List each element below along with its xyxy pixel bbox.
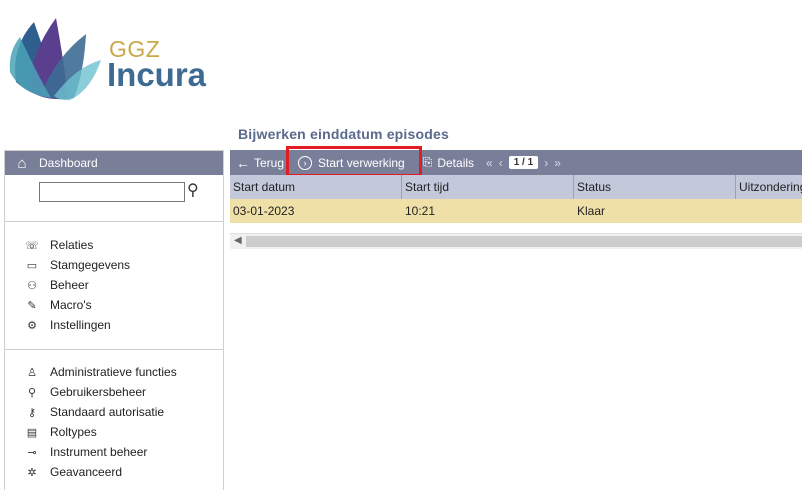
sidebar-item-label: Gebruikersbeheer	[50, 385, 147, 399]
sidebar-item-label: Relaties	[50, 238, 94, 252]
column-header-uitzondering[interactable]: Uitzondering	[736, 175, 802, 199]
sidebar-item-label: Instrument beheer	[50, 445, 148, 459]
sidebar-item-roltypes[interactable]: ▤ Roltypes	[5, 422, 223, 442]
back-button-label: Terug	[254, 155, 285, 170]
sidebar-item-standaard-autorisatie[interactable]: ⚷ Standaard autorisatie	[5, 402, 223, 422]
sidebar-item-instrument-beheer[interactable]: ⊸ Instrument beheer	[5, 442, 223, 462]
sidebar-item-macros[interactable]: ✎ Macro's	[5, 295, 223, 315]
logo-text-incura: Incura	[107, 56, 207, 93]
user-settings-icon: ⚲	[27, 386, 37, 399]
details-button[interactable]: ⎘ Details	[423, 155, 474, 170]
stamp-icon: ♙	[27, 366, 37, 379]
sidebar-header-label: Dashboard	[39, 156, 98, 170]
sidebar-item-gebruikersbeheer[interactable]: ⚲ Gebruikersbeheer	[5, 382, 223, 402]
page-indicator: 1 / 1	[508, 156, 539, 169]
handshake-icon: ☏	[25, 239, 39, 252]
cell-status: Klaar	[577, 204, 606, 218]
back-button[interactable]: ← Terug	[236, 155, 284, 171]
pagination: « ‹ 1 / 1 › »	[486, 156, 561, 170]
sidebar: ⌂ Dashboard ⚲ ☏ Relaties ▭ Stamgegevens …	[4, 150, 224, 490]
column-header-start-datum[interactable]: Start datum	[230, 175, 402, 199]
sidebar-item-instellingen[interactable]: ⚙ Instellingen	[5, 315, 223, 335]
home-icon: ⌂	[17, 154, 27, 172]
previous-page-icon[interactable]: ‹	[499, 156, 503, 170]
sidebar-item-relaties[interactable]: ☏ Relaties	[5, 235, 223, 255]
sidebar-menu-main: ☏ Relaties ▭ Stamgegevens ⚇ Beheer ✎ Mac…	[5, 222, 223, 350]
sidebar-item-geavanceerd[interactable]: ✲ Geavanceerd	[5, 462, 223, 482]
cell-start-datum: 03-01-2023	[233, 204, 295, 218]
sidebar-item-label: Beheer	[50, 278, 89, 292]
key-icon: ⚷	[27, 406, 37, 419]
sidebar-menu-admin: ♙ Administratieve functies ⚲ Gebruikersb…	[5, 350, 223, 482]
grid-header-row: Start datum Start tijd Status Uitzonderi…	[230, 175, 802, 199]
instrument-icon: ⊸	[27, 446, 37, 459]
sidebar-item-label: Roltypes	[50, 425, 97, 439]
first-page-icon[interactable]: «	[486, 156, 493, 170]
table-row[interactable]: 03-01-2023 10:21 Klaar	[230, 199, 802, 223]
horizontal-scrollbar[interactable]: ◀	[230, 233, 802, 249]
scrollbar-thumb[interactable]	[246, 236, 802, 247]
sidebar-item-beheer[interactable]: ⚇ Beheer	[5, 275, 223, 295]
column-header-status[interactable]: Status	[574, 175, 736, 199]
gears-icon: ✲	[27, 466, 37, 479]
people-icon: ⚇	[27, 279, 37, 292]
sidebar-item-label: Stamgegevens	[50, 258, 131, 272]
sidebar-item-stamgegevens[interactable]: ▭ Stamgegevens	[5, 255, 223, 275]
scroll-left-icon[interactable]: ◀	[234, 235, 242, 246]
column-header-start-tijd[interactable]: Start tijd	[402, 175, 574, 199]
inbox-icon: ▭	[26, 259, 38, 272]
cell-start-tijd: 10:21	[405, 204, 436, 218]
sidebar-item-label: Standaard autorisatie	[50, 405, 165, 419]
arrow-left-icon: ←	[236, 154, 250, 171]
episodes-grid: Start datum Start tijd Status Uitzonderi…	[230, 175, 802, 223]
details-icon: ⎘	[422, 155, 433, 169]
sidebar-item-label: Administratieve functies	[50, 365, 177, 379]
highlight-box	[286, 146, 422, 177]
edit-document-icon: ✎	[27, 299, 37, 312]
search-icon[interactable]: ⚲	[187, 180, 199, 200]
sidebar-item-label: Geavanceerd	[50, 465, 123, 479]
logo-petals-icon	[9, 18, 101, 101]
next-page-icon[interactable]: ›	[544, 156, 548, 170]
last-page-icon[interactable]: »	[554, 156, 561, 170]
details-button-label: Details	[437, 155, 475, 170]
gear-icon: ⚙	[27, 319, 37, 332]
cell-uitzondering	[736, 199, 802, 223]
id-card-icon: ▤	[26, 426, 38, 439]
sidebar-header-dashboard[interactable]: ⌂ Dashboard	[5, 151, 223, 175]
sidebar-item-label: Instellingen	[50, 318, 111, 332]
ggz-incura-logo: GGZ Incura	[6, 12, 206, 102]
sidebar-search: ⚲	[5, 175, 223, 222]
search-input[interactable]	[39, 182, 185, 202]
sidebar-item-label: Macro's	[50, 298, 92, 312]
page-title: Bijwerken einddatum episodes	[238, 126, 449, 142]
sidebar-item-administratieve-functies[interactable]: ♙ Administratieve functies	[5, 362, 223, 382]
